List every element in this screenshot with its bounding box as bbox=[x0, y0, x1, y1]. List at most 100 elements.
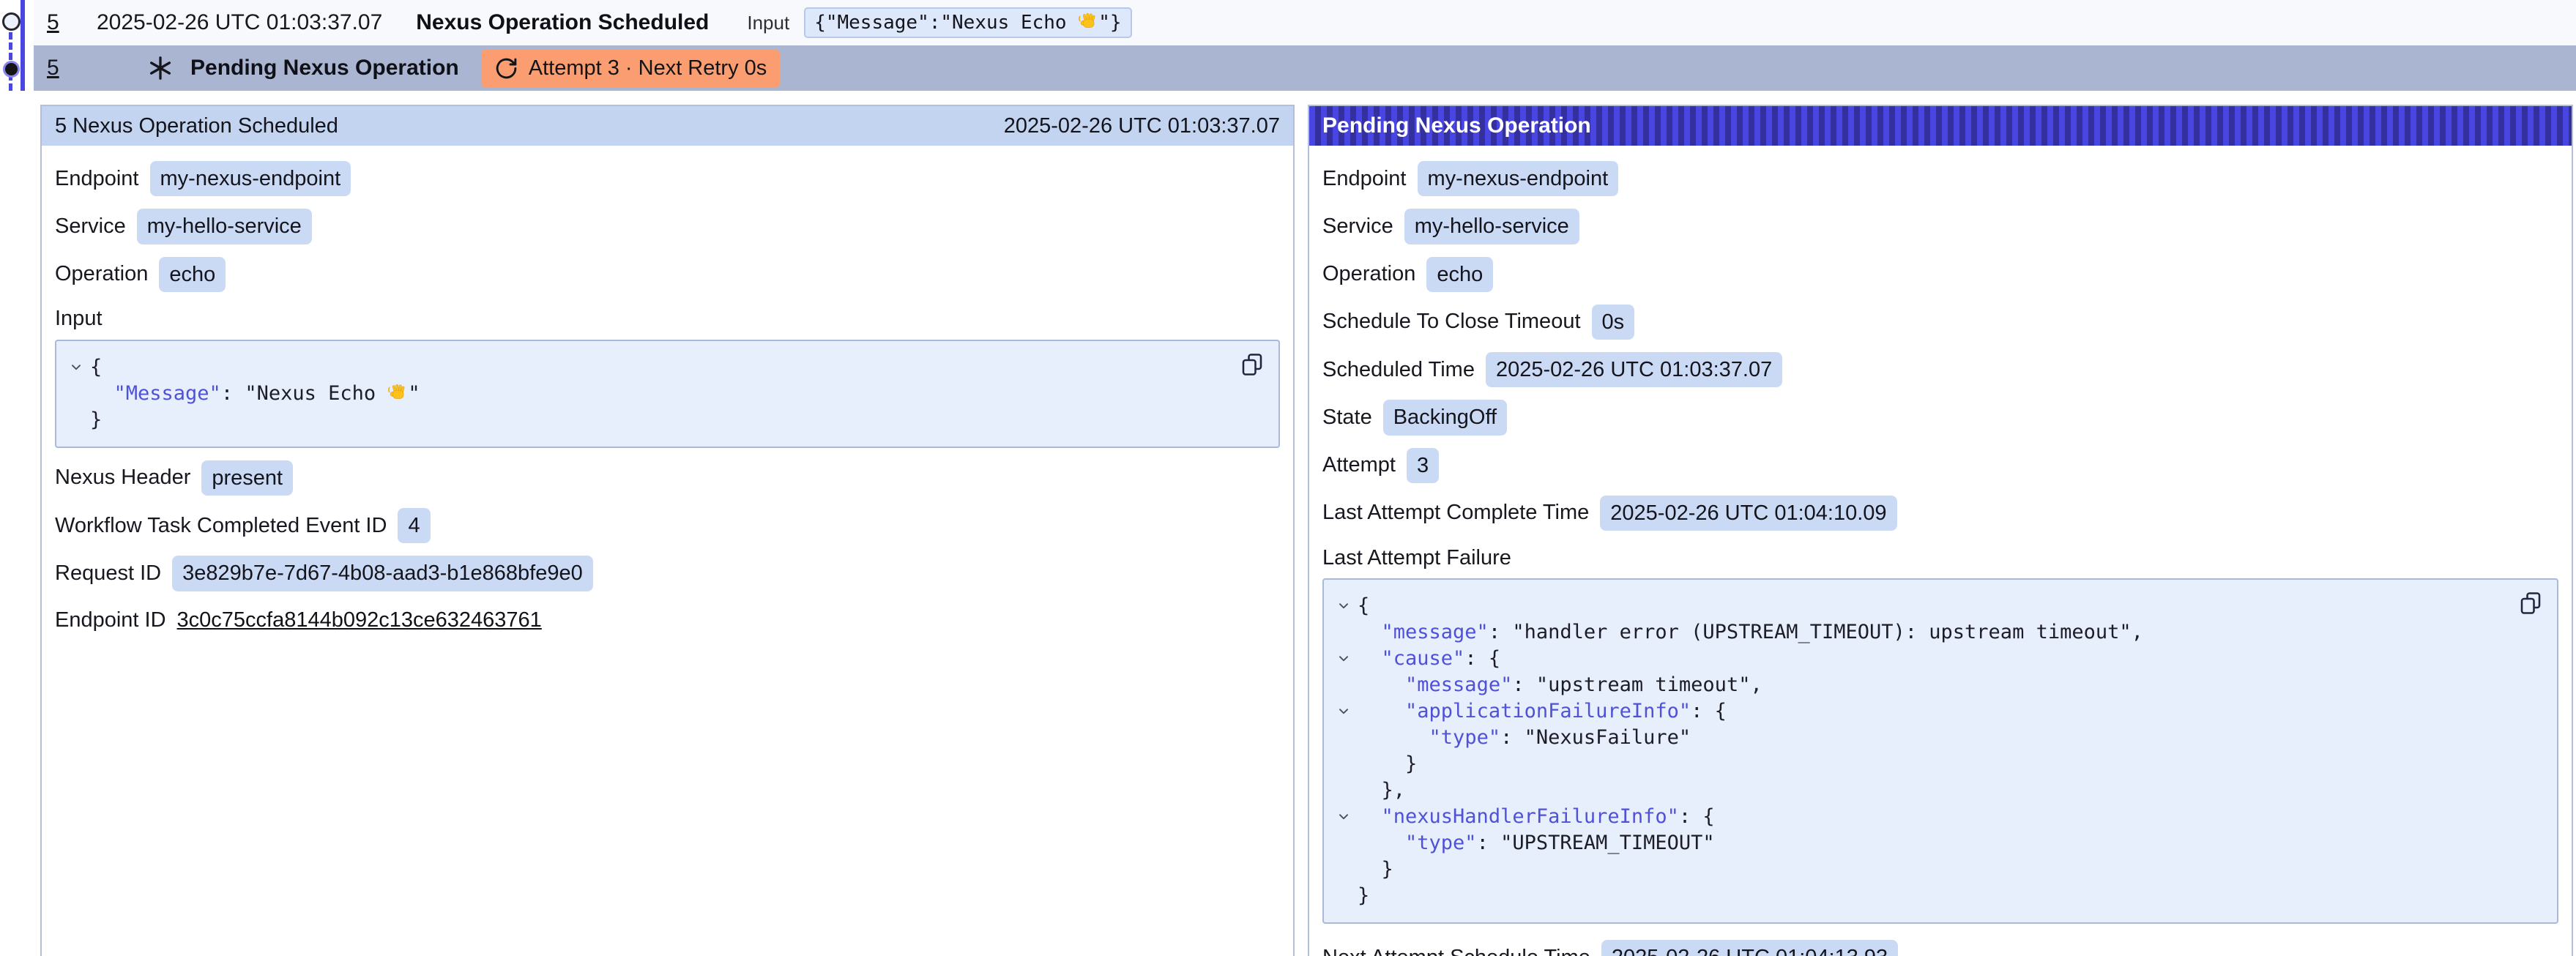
field-service: Service my-hello-service bbox=[55, 209, 1280, 244]
code-line: } bbox=[1330, 883, 2513, 909]
code-line: "message": "handler error (UPSTREAM_TIME… bbox=[1330, 619, 2513, 646]
code-text: { bbox=[90, 354, 102, 381]
field-value-badge: 3 bbox=[1407, 448, 1439, 483]
code-text: "nexusHandlerFailureInfo": { bbox=[1358, 804, 1715, 830]
field-request-id: Request ID 3e829b7e-7d67-4b08-aad3-b1e86… bbox=[55, 556, 1280, 591]
event-id-link[interactable]: 5 bbox=[47, 56, 69, 81]
code-line: "message": "upstream timeout", bbox=[1330, 672, 2513, 698]
collapse-chevron-icon[interactable] bbox=[1330, 804, 1358, 824]
field-label: Scheduled Time bbox=[1322, 358, 1475, 382]
code-line: } bbox=[1330, 751, 2513, 777]
collapse-chevron-icon[interactable] bbox=[1330, 698, 1358, 718]
field-value-badge: present bbox=[201, 460, 293, 496]
pending-asterisk-icon bbox=[146, 54, 174, 82]
code-line: } bbox=[62, 407, 1235, 433]
field-last-attempt-complete-time: Last Attempt Complete Time 2025-02-26 UT… bbox=[1322, 496, 2558, 531]
collapse-chevron-icon[interactable] bbox=[62, 354, 90, 374]
field-label: Last Attempt Complete Time bbox=[1322, 501, 1589, 525]
field-value-badge: my-hello-service bbox=[1404, 209, 1579, 244]
code-text: "applicationFailureInfo": { bbox=[1358, 698, 1727, 725]
pending-panel-header: Pending Nexus Operation bbox=[1309, 106, 2572, 146]
timeline-accent-line bbox=[21, 0, 25, 91]
copy-icon bbox=[2517, 590, 2544, 616]
field-endpoint: Endpoint my-nexus-endpoint bbox=[1322, 161, 2558, 196]
copy-button[interactable] bbox=[2517, 590, 2544, 619]
field-label: Schedule To Close Timeout bbox=[1322, 310, 1581, 334]
field-operation: Operation echo bbox=[1322, 257, 2558, 292]
code-line: "cause": { bbox=[1330, 646, 2513, 672]
field-value-badge: my-hello-service bbox=[137, 209, 312, 244]
retry-icon bbox=[494, 56, 518, 81]
field-endpoint: Endpoint my-nexus-endpoint bbox=[55, 161, 1280, 196]
field-value-badge: 2025-02-26 UTC 01:03:37.07 bbox=[1486, 352, 1782, 387]
field-label: Next Attempt Schedule Time bbox=[1322, 946, 1590, 956]
retry-status-badge: Attempt 3 · Next Retry 0s bbox=[481, 50, 781, 87]
event-title: Pending Nexus Operation bbox=[190, 56, 459, 81]
field-label: Service bbox=[1322, 214, 1393, 239]
event-row-nexus-operation-scheduled[interactable]: 5 2025-02-26 UTC 01:03:37.07 Nexus Opera… bbox=[34, 0, 2576, 45]
field-workflow-task-completed-event-id: Workflow Task Completed Event ID 4 bbox=[55, 508, 1280, 543]
copy-button[interactable] bbox=[1239, 351, 1265, 380]
code-text: "Message": "Nexus Echo " bbox=[90, 381, 420, 407]
code-text: } bbox=[1358, 856, 1393, 883]
code-text: } bbox=[90, 407, 102, 433]
field-label: Attempt bbox=[1322, 453, 1396, 477]
panel-header: 5 Nexus Operation Scheduled 2025-02-26 U… bbox=[42, 106, 1293, 146]
timeline-node-open-icon bbox=[2, 12, 21, 31]
field-value-badge: 4 bbox=[398, 508, 430, 543]
panel-title: Pending Nexus Operation bbox=[1322, 113, 1591, 138]
field-value-badge: 0s bbox=[1592, 305, 1635, 340]
input-section-label: Input bbox=[55, 305, 1280, 334]
waving-hand-emoji bbox=[387, 383, 408, 403]
panel-title: 5 Nexus Operation Scheduled bbox=[55, 114, 338, 138]
waving-hand-emoji bbox=[1078, 12, 1098, 32]
workflow-event-detail-screen: 5 2025-02-26 UTC 01:03:37.07 Nexus Opera… bbox=[0, 0, 2576, 956]
collapse-chevron-icon[interactable] bbox=[1330, 593, 1358, 613]
timeline-node-current-icon bbox=[3, 61, 20, 78]
field-value-badge: 2025-02-26 UTC 01:04:10.09 bbox=[1600, 496, 1896, 531]
code-text: } bbox=[1358, 883, 1369, 909]
field-schedule-to-close-timeout: Schedule To Close Timeout 0s bbox=[1322, 305, 2558, 340]
field-operation: Operation echo bbox=[55, 257, 1280, 292]
last-attempt-failure-label: Last Attempt Failure bbox=[1322, 543, 2558, 572]
event-row-pending-nexus-operation[interactable]: 5 Pending Nexus Operation Attempt 3 · Ne… bbox=[34, 45, 2576, 91]
field-value-badge: my-nexus-endpoint bbox=[150, 161, 351, 196]
field-attempt: Attempt 3 bbox=[1322, 448, 2558, 483]
field-value-badge: echo bbox=[159, 257, 226, 292]
code-text: } bbox=[1358, 751, 1417, 777]
panel-timestamp: 2025-02-26 UTC 01:03:37.07 bbox=[1004, 114, 1280, 138]
code-line: "Message": "Nexus Echo " bbox=[62, 381, 1235, 407]
field-label: Service bbox=[55, 214, 126, 239]
code-text: "message": "upstream timeout", bbox=[1358, 672, 1762, 698]
field-label: Nexus Header bbox=[55, 466, 190, 490]
field-value-badge: echo bbox=[1426, 257, 1493, 292]
last-attempt-failure-code-block: { "message": "handler error (UPSTREAM_TI… bbox=[1322, 578, 2558, 924]
field-nexus-header: Nexus Header present bbox=[55, 460, 1280, 496]
event-title: Nexus Operation Scheduled bbox=[416, 10, 709, 35]
field-value-badge: 2025-02-26 UTC 01:04:13.93 bbox=[1601, 940, 1898, 956]
panel-nexus-operation-scheduled: 5 Nexus Operation Scheduled 2025-02-26 U… bbox=[40, 105, 1295, 956]
event-id-link[interactable]: 5 bbox=[47, 10, 69, 35]
code-text: { bbox=[1358, 593, 1369, 619]
field-label: Operation bbox=[55, 262, 148, 286]
collapse-chevron-icon[interactable] bbox=[1330, 646, 1358, 665]
input-code-block: { "Message": "Nexus Echo "} bbox=[55, 340, 1280, 448]
input-preview-chip: {"Message":"Nexus Echo "} bbox=[804, 7, 1131, 38]
endpoint-id-link[interactable]: 3c0c75ccfa8144b092c13ce632463761 bbox=[177, 608, 542, 632]
field-label: Endpoint bbox=[55, 167, 139, 191]
code-line: "applicationFailureInfo": { bbox=[1330, 698, 2513, 725]
code-line: "type": "NexusFailure" bbox=[1330, 725, 2513, 751]
field-label: Endpoint ID bbox=[55, 608, 166, 632]
event-timestamp: 2025-02-26 UTC 01:03:37.07 bbox=[97, 10, 382, 35]
field-endpoint-id: Endpoint ID 3c0c75ccfa8144b092c13ce63246… bbox=[55, 604, 1280, 638]
field-label: Workflow Task Completed Event ID bbox=[55, 514, 387, 538]
copy-icon bbox=[1239, 351, 1265, 378]
field-state: State BackingOff bbox=[1322, 400, 2558, 435]
field-label: Endpoint bbox=[1322, 167, 1407, 191]
field-value-badge: BackingOff bbox=[1383, 400, 1507, 435]
code-line: }, bbox=[1330, 777, 2513, 804]
code-line: { bbox=[1330, 593, 2513, 619]
code-text: "type": "UPSTREAM_TIMEOUT" bbox=[1358, 830, 1715, 856]
panel-body: Endpoint my-nexus-endpoint Service my-he… bbox=[42, 146, 1293, 651]
code-line: } bbox=[1330, 856, 2513, 883]
